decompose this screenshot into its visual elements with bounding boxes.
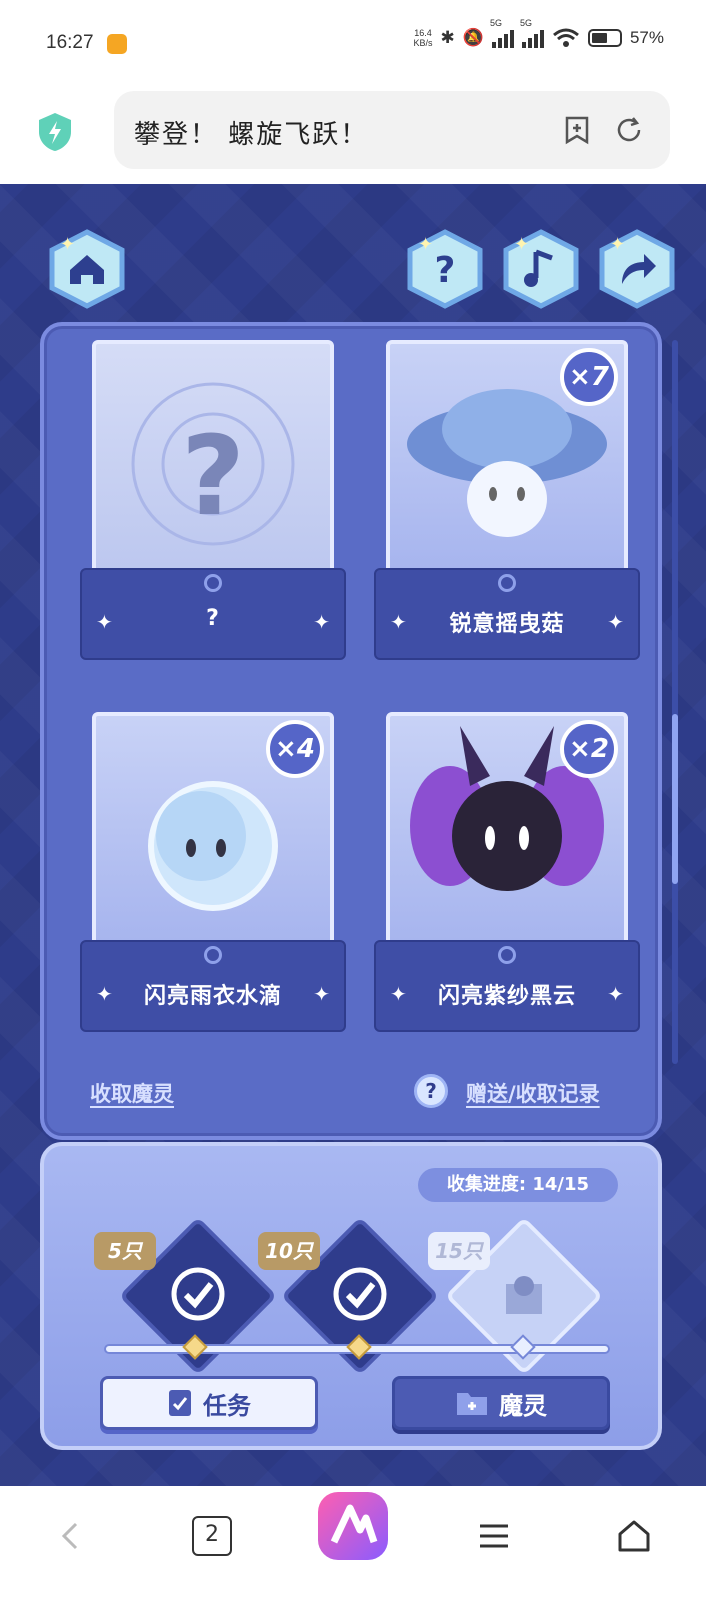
bluetooth-icon: ✱	[440, 28, 455, 47]
svg-text:✦: ✦	[418, 234, 433, 255]
milestone-label-3: 15只	[428, 1232, 490, 1270]
network-label-2: 5G	[519, 18, 532, 28]
svg-text:✦: ✦	[610, 234, 625, 255]
network-label-1: 5G	[489, 18, 502, 28]
card-art: ?	[92, 340, 334, 580]
task-button[interactable]: 任务	[100, 1376, 318, 1430]
count-badge: ×4	[266, 720, 324, 778]
refresh-icon[interactable]	[614, 115, 644, 145]
browser-top-bar: 攀登！ 螺旋飞跃！	[0, 88, 720, 184]
spirit-button[interactable]: 魔灵	[392, 1376, 610, 1430]
signal-icon-1: 5G	[490, 18, 514, 48]
svg-text:?: ?	[181, 412, 245, 540]
shield-icon[interactable]	[37, 112, 73, 152]
count-badge: ×2	[560, 720, 618, 778]
card-pin	[498, 574, 516, 592]
check-icon	[333, 1267, 387, 1321]
speed-unit: KB/s	[413, 38, 433, 48]
question-art: ?	[131, 382, 295, 546]
card-name: ?	[206, 606, 220, 631]
battery-icon	[587, 29, 622, 47]
receive-spirit-link[interactable]: 收取魔灵	[90, 1078, 174, 1108]
share-icon[interactable]: ✦	[596, 228, 678, 310]
document-icon	[169, 1390, 191, 1416]
help-question-button[interactable]: ?	[414, 1074, 448, 1108]
help-icon[interactable]: ? ✦	[404, 228, 486, 310]
home-icon[interactable]: ✦	[46, 228, 128, 310]
count-badge: ×7	[560, 348, 618, 406]
card-pin	[498, 946, 516, 964]
milestone-label-1: 5只	[94, 1232, 156, 1270]
card-unknown[interactable]: ? ✦ ✦ ?	[80, 340, 346, 660]
card-dark-cloud[interactable]: ×2 ✦ ✦ 闪亮紫纱黑云	[374, 712, 640, 1032]
card-mushroom[interactable]: ×7 ✦ ✦ 锐意摇曳菇	[374, 340, 640, 660]
folder-icon	[457, 1393, 487, 1415]
card-pin	[204, 946, 222, 964]
milestone-label-2: 10只	[258, 1232, 320, 1270]
battery-percent: 57%	[629, 28, 664, 47]
signal-icon-2: 5G	[520, 18, 544, 48]
home-nav-icon[interactable]	[614, 1516, 654, 1556]
game-area: ✦ ? ✦ ✦ ✦ ? ✦ ✦ ? ×7 ✦ ✦ 锐意摇曳菇 ×4 ✦ ✦ 闪亮…	[0, 184, 706, 1486]
task-button-label: 任务	[203, 1391, 251, 1420]
wifi-icon	[553, 28, 579, 47]
status-bar: 16:27 16.4 KB/s ✱ 🔕 5G 5G 57%	[0, 0, 720, 88]
scrollbar-thumb[interactable]	[672, 714, 678, 884]
svg-text:✦: ✦	[60, 234, 75, 255]
music-icon[interactable]: ✦	[500, 228, 582, 310]
card-name: 闪亮紫纱黑云	[437, 984, 576, 1009]
collection-progress-panel: 收集进度: 14/15 5只 10只 15只 任务 魔灵	[40, 1142, 662, 1450]
svg-text:?: ?	[435, 250, 456, 291]
gift-history-link[interactable]: 赠送/收取记录	[466, 1078, 600, 1108]
browser-nav-bar: 2	[0, 1486, 720, 1600]
svg-text:✦: ✦	[514, 234, 529, 255]
status-icons: 16.4 KB/s ✱ 🔕 5G 5G 57%	[414, 18, 664, 48]
check-icon	[171, 1267, 225, 1321]
address-bar[interactable]: 攀登！ 螺旋飞跃！	[114, 91, 670, 169]
gift-box-icon	[506, 1276, 542, 1314]
status-time: 16:27	[46, 32, 94, 53]
bookmark-add-icon[interactable]	[562, 115, 592, 145]
mute-icon: 🔕	[462, 28, 484, 47]
network-speed: 16.4 KB/s	[414, 28, 433, 48]
speed-value: 16.4	[414, 28, 432, 38]
notification-app-icon	[107, 34, 127, 54]
card-name: 闪亮雨衣水滴	[143, 984, 282, 1009]
card-water-drop[interactable]: ×4 ✦ ✦ 闪亮雨衣水滴	[80, 712, 346, 1032]
card-pin	[204, 574, 222, 592]
spirit-button-label: 魔灵	[499, 1391, 547, 1420]
app-logo-icon[interactable]	[316, 1490, 390, 1562]
collection-progress-label: 收集进度: 14/15	[418, 1168, 618, 1202]
scrollbar-track[interactable]	[672, 340, 678, 1064]
collection-panel: ? ✦ ✦ ? ×7 ✦ ✦ 锐意摇曳菇 ×4 ✦ ✦ 闪亮雨衣水滴 ×2 ✦ …	[40, 322, 662, 1140]
menu-icon[interactable]	[474, 1516, 514, 1556]
back-icon[interactable]	[50, 1516, 90, 1556]
tabs-icon[interactable]: 2	[192, 1516, 232, 1556]
card-name: 锐意摇曳菇	[449, 612, 565, 637]
page-title: 攀登！ 螺旋飞跃！	[134, 120, 369, 150]
